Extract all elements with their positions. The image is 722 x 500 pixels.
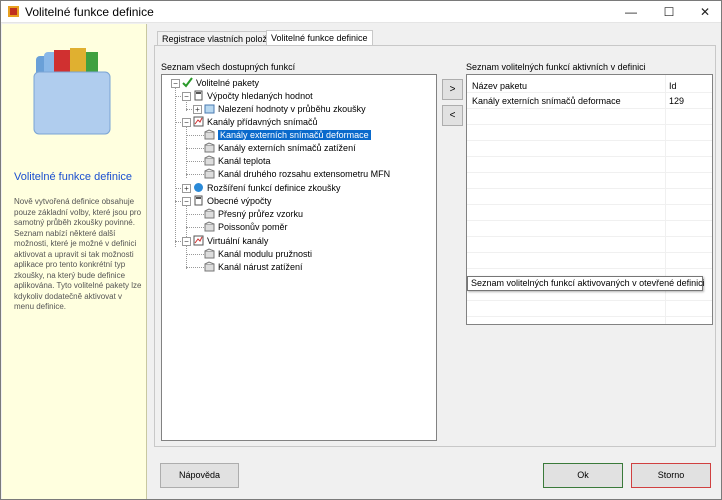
search-chart-icon [204, 104, 215, 114]
package-icon [204, 129, 215, 140]
active-functions-label: Seznam volitelných funkcí aktivních v de… [466, 62, 646, 72]
window-title: Volitelné funkce definice [25, 5, 154, 19]
add-function-button[interactable]: > [442, 79, 463, 100]
table-row-id[interactable]: 129 [669, 96, 684, 106]
help-button[interactable]: Nápověda [160, 463, 239, 488]
minimize-icon[interactable]: — [613, 1, 649, 23]
tree-item[interactable]: Poissonův poměr [204, 221, 288, 234]
tree-item[interactable]: Kanály externích snímačů zatížení [204, 142, 356, 155]
sidebar-description: Nově vytvořená definice obsahuje pouze z… [14, 197, 142, 311]
expand-icon[interactable]: + [193, 105, 202, 114]
extension-icon [194, 183, 203, 192]
collapse-icon[interactable]: − [182, 118, 191, 127]
close-icon[interactable]: ✕ [687, 1, 722, 23]
expand-icon[interactable]: + [182, 184, 191, 193]
app-icon [8, 6, 19, 17]
row-divider [467, 316, 712, 317]
maximize-icon[interactable]: ☐ [651, 1, 687, 23]
collapse-icon[interactable]: − [171, 79, 180, 88]
folder-books-icon [33, 48, 111, 135]
tree-item[interactable]: Rozšíření funkcí definice zkoušky [193, 182, 341, 195]
checkmark-icon [182, 77, 193, 88]
cancel-button[interactable]: Storno [631, 463, 711, 488]
row-divider [467, 92, 712, 93]
row-divider [467, 188, 712, 189]
list-tooltip: Seznam volitelných funkcí aktivovaných v… [467, 276, 705, 291]
tree-item[interactable]: Kanály externích snímačů deformace [204, 129, 371, 142]
remove-function-button[interactable]: < [442, 105, 463, 126]
tree-item[interactable]: Kanál teplota [204, 155, 271, 168]
row-divider [467, 124, 712, 125]
tree-item[interactable]: Kanály přídavných snímačů [193, 116, 318, 129]
package-icon [204, 142, 215, 153]
tab-volitelne-funkce[interactable]: Volitelné funkce definice [266, 30, 373, 46]
column-header-id[interactable]: Id [669, 81, 677, 91]
collapse-icon[interactable]: − [182, 92, 191, 101]
row-divider [467, 236, 712, 237]
row-divider [467, 300, 712, 301]
tree-item[interactable]: Výpočty hledaných hodnot [193, 90, 313, 103]
ok-button[interactable]: Ok [543, 463, 623, 488]
row-divider [467, 108, 712, 109]
chart-icon [193, 235, 204, 246]
tree-item[interactable]: Přesný průřez vzorku [204, 208, 303, 221]
package-icon [204, 221, 215, 232]
row-divider [467, 156, 712, 157]
row-divider [467, 204, 712, 205]
tree-item[interactable]: Volitelné pakety [182, 77, 259, 90]
row-divider [467, 252, 712, 253]
row-divider [467, 140, 712, 141]
tree-item[interactable]: Obecné výpočty [193, 195, 272, 208]
calculator-icon [194, 90, 203, 101]
sidebar-title: Volitelné funkce definice [14, 171, 133, 183]
table-row-name[interactable]: Kanály externích snímačů deformace [472, 96, 621, 106]
column-header-name[interactable]: Název paketu [472, 81, 527, 91]
tree-item[interactable]: Kanál nárust zatížení [204, 261, 303, 274]
tree-item[interactable]: Kanál druhého rozsahu extensometru MFN [204, 168, 390, 181]
chart-icon [193, 116, 204, 127]
calculator-icon [194, 195, 203, 206]
row-divider [467, 268, 712, 269]
collapse-icon[interactable]: − [182, 237, 191, 246]
tab-registrace[interactable]: Registrace vlastních položek [157, 31, 282, 46]
all-functions-label: Seznam všech dostupných funkcí [161, 62, 296, 72]
functions-tree[interactable]: − − + − + − − Volitelné pakety Výpočty h… [161, 74, 437, 441]
package-icon [204, 248, 215, 259]
row-divider [467, 172, 712, 173]
tree-item[interactable]: Nalezení hodnoty v průběhu zkoušky [204, 103, 366, 116]
package-icon [204, 168, 215, 179]
tree-item[interactable]: Kanál modulu pružnosti [204, 248, 312, 261]
tree-item[interactable]: Virtuální kanály [193, 235, 268, 248]
row-divider [467, 220, 712, 221]
package-icon [204, 155, 215, 166]
collapse-icon[interactable]: − [182, 197, 191, 206]
title-bar: Volitelné funkce definice — ☐ ✕ [1, 1, 721, 23]
package-icon [204, 261, 215, 272]
dialog-window: Volitelné funkce definice — ☐ ✕ Voliteln… [0, 0, 722, 500]
package-icon [204, 208, 215, 219]
sidebar: Volitelné funkce definice Nově vytvořená… [2, 24, 147, 499]
